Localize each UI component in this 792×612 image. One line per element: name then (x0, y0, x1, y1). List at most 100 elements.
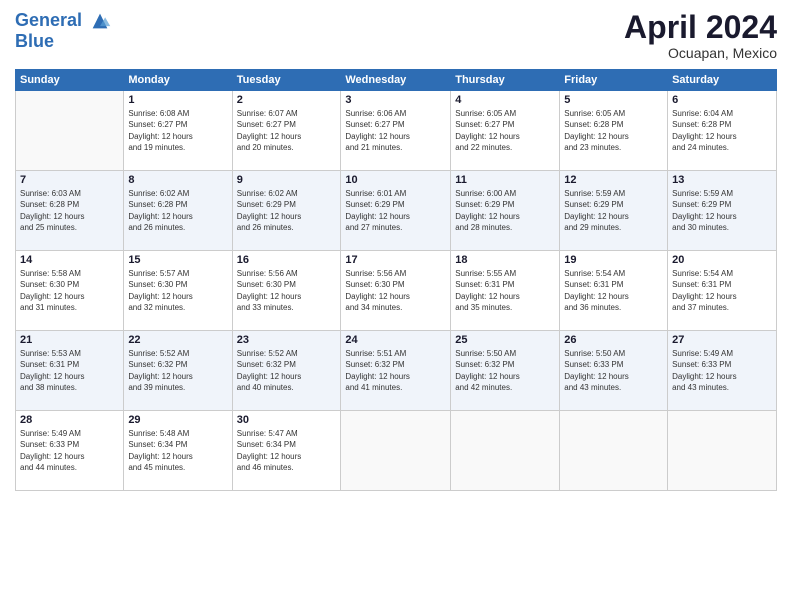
day-number: 2 (237, 94, 337, 106)
calendar-day-cell: 4 Sunrise: 6:05 AMSunset: 6:27 PMDaylight… (451, 91, 560, 171)
calendar-day-cell: 10 Sunrise: 6:01 AMSunset: 6:29 PMDayligh… (341, 171, 451, 251)
calendar-day-cell: 12 Sunrise: 5:59 AMSunset: 6:29 PMDayligh… (560, 171, 668, 251)
month-title: April 2024 (624, 10, 777, 45)
day-info: Sunrise: 5:54 AMSunset: 6:31 PMDaylight:… (672, 268, 772, 313)
day-info: Sunrise: 6:08 AMSunset: 6:27 PMDaylight:… (128, 108, 227, 153)
weekday-header: Saturday (668, 70, 777, 91)
calendar-day-cell: 2 Sunrise: 6:07 AMSunset: 6:27 PMDaylight… (232, 91, 341, 171)
day-info: Sunrise: 5:52 AMSunset: 6:32 PMDaylight:… (237, 348, 337, 393)
calendar-day-cell (560, 411, 668, 491)
calendar-day-cell: 24 Sunrise: 5:51 AMSunset: 6:32 PMDayligh… (341, 331, 451, 411)
calendar-day-cell: 8 Sunrise: 6:02 AMSunset: 6:28 PMDaylight… (124, 171, 232, 251)
calendar-day-cell: 6 Sunrise: 6:04 AMSunset: 6:28 PMDaylight… (668, 91, 777, 171)
weekday-header: Thursday (451, 70, 560, 91)
calendar-day-cell (451, 411, 560, 491)
calendar-week-row: 1 Sunrise: 6:08 AMSunset: 6:27 PMDaylight… (16, 91, 777, 171)
weekday-header: Wednesday (341, 70, 451, 91)
calendar-day-cell: 7 Sunrise: 6:03 AMSunset: 6:28 PMDaylight… (16, 171, 124, 251)
day-info: Sunrise: 5:57 AMSunset: 6:30 PMDaylight:… (128, 268, 227, 313)
day-info: Sunrise: 5:48 AMSunset: 6:34 PMDaylight:… (128, 428, 227, 473)
calendar-day-cell: 25 Sunrise: 5:50 AMSunset: 6:32 PMDayligh… (451, 331, 560, 411)
day-number: 7 (20, 174, 119, 186)
calendar-table: SundayMondayTuesdayWednesdayThursdayFrid… (15, 69, 777, 491)
day-info: Sunrise: 5:52 AMSunset: 6:32 PMDaylight:… (128, 348, 227, 393)
day-info: Sunrise: 6:05 AMSunset: 6:27 PMDaylight:… (455, 108, 555, 153)
calendar-week-row: 7 Sunrise: 6:03 AMSunset: 6:28 PMDaylight… (16, 171, 777, 251)
day-number: 16 (237, 254, 337, 266)
day-number: 28 (20, 414, 119, 426)
weekday-header: Monday (124, 70, 232, 91)
location-subtitle: Ocuapan, Mexico (624, 45, 777, 61)
weekday-header: Sunday (16, 70, 124, 91)
day-number: 12 (564, 174, 663, 186)
calendar-week-row: 14Sunrise: 5:58 AMSunset: 6:30 PMDayligh… (16, 251, 777, 331)
day-number: 17 (345, 254, 446, 266)
calendar-day-cell: 21 Sunrise: 5:53 AMSunset: 6:31 PMDayligh… (16, 331, 124, 411)
day-number: 18 (455, 254, 555, 266)
day-number: 22 (128, 334, 227, 346)
day-info: Sunrise: 6:03 AMSunset: 6:28 PMDaylight:… (20, 188, 119, 233)
calendar-day-cell: 3 Sunrise: 6:06 AMSunset: 6:27 PMDaylight… (341, 91, 451, 171)
day-number: 1 (128, 94, 227, 106)
logo-icon (89, 10, 111, 32)
calendar-day-cell: 16 Sunrise: 5:56 AMSunset: 6:30 PMDayligh… (232, 251, 341, 331)
calendar-day-cell (668, 411, 777, 491)
day-number: 11 (455, 174, 555, 186)
day-info: Sunrise: 6:04 AMSunset: 6:28 PMDaylight:… (672, 108, 772, 153)
day-info: Sunrise: 6:01 AMSunset: 6:29 PMDaylight:… (345, 188, 446, 233)
day-number: 8 (128, 174, 227, 186)
calendar-day-cell (341, 411, 451, 491)
day-info: Sunrise: 6:06 AMSunset: 6:27 PMDaylight:… (345, 108, 446, 153)
day-info: Sunrise: 5:50 AMSunset: 6:32 PMDaylight:… (455, 348, 555, 393)
calendar-header-row: SundayMondayTuesdayWednesdayThursdayFrid… (16, 70, 777, 91)
logo-blue-text: Blue (15, 32, 111, 52)
day-info: Sunrise: 5:59 AMSunset: 6:29 PMDaylight:… (564, 188, 663, 233)
day-number: 27 (672, 334, 772, 346)
day-info: Sunrise: 5:56 AMSunset: 6:30 PMDaylight:… (345, 268, 446, 313)
day-number: 26 (564, 334, 663, 346)
calendar-day-cell: 23Sunrise: 5:52 AMSunset: 6:32 PMDayligh… (232, 331, 341, 411)
day-number: 6 (672, 94, 772, 106)
calendar-day-cell: 28Sunrise: 5:49 AMSunset: 6:33 PMDayligh… (16, 411, 124, 491)
logo-text: General (15, 10, 111, 32)
day-number: 29 (128, 414, 227, 426)
day-info: Sunrise: 5:56 AMSunset: 6:30 PMDaylight:… (237, 268, 337, 313)
calendar-day-cell: 14Sunrise: 5:58 AMSunset: 6:30 PMDayligh… (16, 251, 124, 331)
title-block: April 2024 Ocuapan, Mexico (624, 10, 777, 61)
day-number: 5 (564, 94, 663, 106)
day-number: 3 (345, 94, 446, 106)
day-info: Sunrise: 5:58 AMSunset: 6:30 PMDaylight:… (20, 268, 119, 313)
day-info: Sunrise: 6:02 AMSunset: 6:28 PMDaylight:… (128, 188, 227, 233)
calendar-day-cell: 29 Sunrise: 5:48 AMSunset: 6:34 PMDayligh… (124, 411, 232, 491)
day-number: 25 (455, 334, 555, 346)
day-info: Sunrise: 5:51 AMSunset: 6:32 PMDaylight:… (345, 348, 446, 393)
day-number: 20 (672, 254, 772, 266)
day-number: 4 (455, 94, 555, 106)
day-info: Sunrise: 5:59 AMSunset: 6:29 PMDaylight:… (672, 188, 772, 233)
day-number: 21 (20, 334, 119, 346)
calendar-week-row: 28Sunrise: 5:49 AMSunset: 6:33 PMDayligh… (16, 411, 777, 491)
calendar-day-cell: 15 Sunrise: 5:57 AMSunset: 6:30 PMDayligh… (124, 251, 232, 331)
calendar-day-cell: 1 Sunrise: 6:08 AMSunset: 6:27 PMDaylight… (124, 91, 232, 171)
day-info: Sunrise: 5:47 AMSunset: 6:34 PMDaylight:… (237, 428, 337, 473)
day-number: 9 (237, 174, 337, 186)
day-info: Sunrise: 6:02 AMSunset: 6:29 PMDaylight:… (237, 188, 337, 233)
calendar-day-cell: 18 Sunrise: 5:55 AMSunset: 6:31 PMDayligh… (451, 251, 560, 331)
calendar-day-cell: 22 Sunrise: 5:52 AMSunset: 6:32 PMDayligh… (124, 331, 232, 411)
day-number: 30 (237, 414, 337, 426)
calendar-day-cell (16, 91, 124, 171)
calendar-day-cell: 11Sunrise: 6:00 AMSunset: 6:29 PMDayligh… (451, 171, 560, 251)
day-number: 24 (345, 334, 446, 346)
day-number: 15 (128, 254, 227, 266)
weekday-header: Friday (560, 70, 668, 91)
page-header: General Blue April 2024 Ocuapan, Mexico (15, 10, 777, 61)
day-number: 10 (345, 174, 446, 186)
calendar-day-cell: 9 Sunrise: 6:02 AMSunset: 6:29 PMDaylight… (232, 171, 341, 251)
calendar-day-cell: 20 Sunrise: 5:54 AMSunset: 6:31 PMDayligh… (668, 251, 777, 331)
calendar-day-cell: 27Sunrise: 5:49 AMSunset: 6:33 PMDayligh… (668, 331, 777, 411)
calendar-week-row: 21 Sunrise: 5:53 AMSunset: 6:31 PMDayligh… (16, 331, 777, 411)
day-info: Sunrise: 5:55 AMSunset: 6:31 PMDaylight:… (455, 268, 555, 313)
day-info: Sunrise: 6:05 AMSunset: 6:28 PMDaylight:… (564, 108, 663, 153)
day-info: Sunrise: 5:53 AMSunset: 6:31 PMDaylight:… (20, 348, 119, 393)
day-info: Sunrise: 6:07 AMSunset: 6:27 PMDaylight:… (237, 108, 337, 153)
